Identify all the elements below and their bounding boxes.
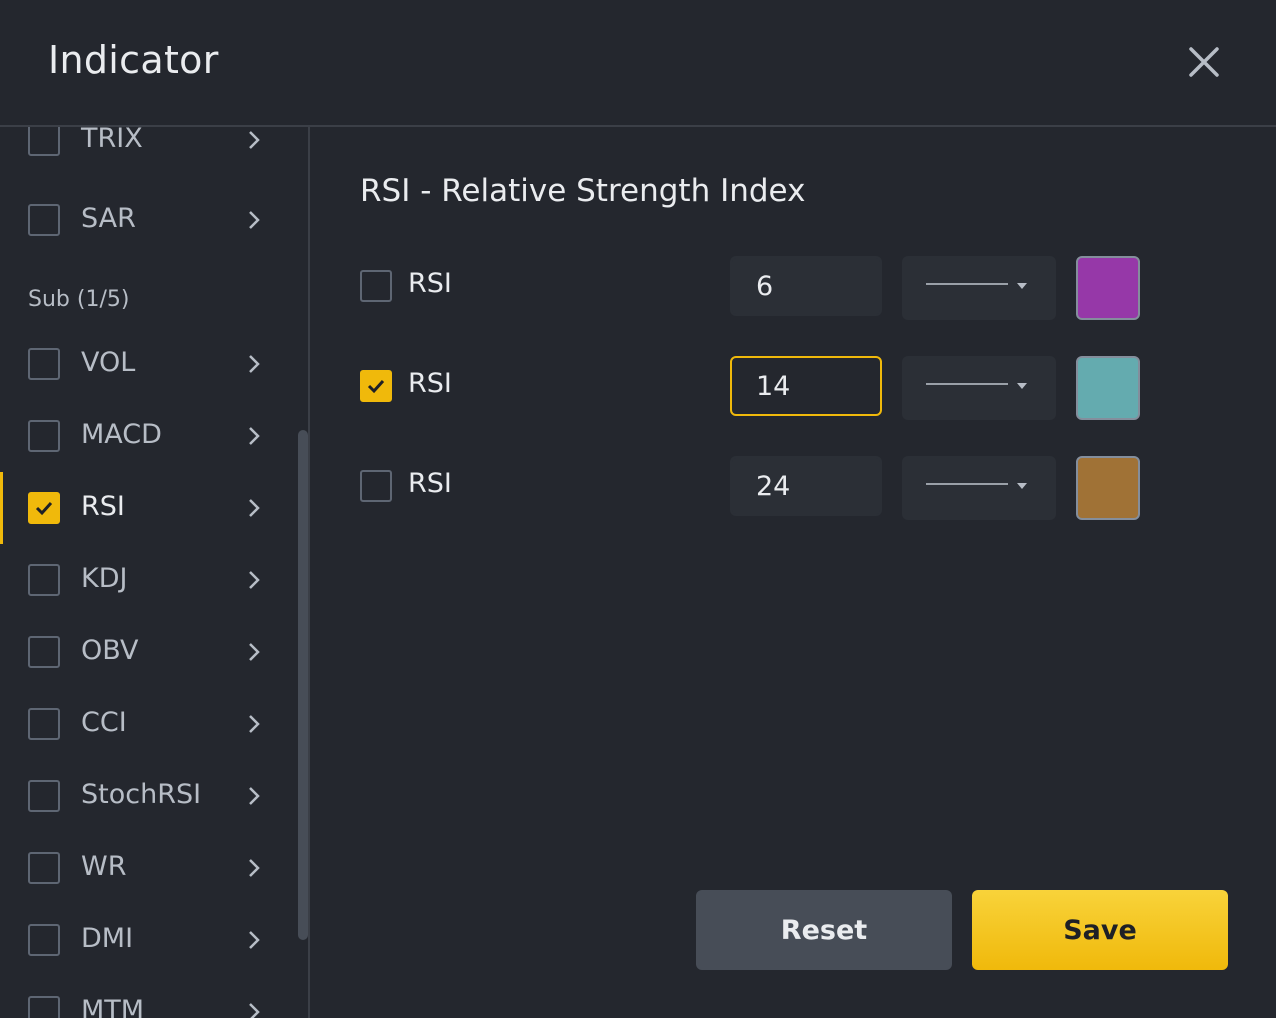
sidebar-item-label: MACD <box>81 419 162 450</box>
sidebar-item-label: TRIX <box>81 127 143 154</box>
checkbox[interactable] <box>28 204 60 236</box>
close-icon <box>1189 47 1219 77</box>
chevron-right-icon <box>249 787 260 805</box>
checkbox[interactable] <box>28 348 60 380</box>
sidebar-item-label: StochRSI <box>81 779 202 810</box>
sidebar-item-label: MTM <box>81 995 145 1018</box>
caret-down-icon <box>1017 483 1027 489</box>
caret-down-icon <box>1017 283 1027 289</box>
chevron-right-icon <box>249 499 260 517</box>
sidebar-item-label: WR <box>81 851 127 882</box>
chevron-right-icon <box>249 427 260 445</box>
sidebar-item-label: RSI <box>81 491 125 522</box>
indicator-sidebar[interactable]: TRIX SAR Sub (1/5) VOL MACD RSI KDJ OBV … <box>0 127 310 1018</box>
indicator-dialog: Indicator TRIX SAR Sub (1/5) VOL MACD RS… <box>0 0 1276 1018</box>
group-label-sub: Sub (1/5) <box>28 287 130 312</box>
sidebar-item-dmi[interactable]: DMI <box>0 910 296 970</box>
row-label: RSI <box>408 268 452 299</box>
checkbox[interactable] <box>28 420 60 452</box>
chevron-right-icon <box>249 715 260 733</box>
row-label: RSI <box>408 468 452 499</box>
sidebar-item-rsi[interactable]: RSI <box>0 472 296 544</box>
sidebar-item-label: SAR <box>81 203 136 234</box>
rsi-row-3: RSI <box>360 456 1160 520</box>
close-button[interactable] <box>1180 38 1228 86</box>
chevron-right-icon <box>249 931 260 949</box>
dialog-header: Indicator <box>0 0 1276 127</box>
chevron-right-icon <box>249 211 260 229</box>
checkbox[interactable] <box>360 470 392 502</box>
checkmark-icon <box>367 379 385 394</box>
checkbox[interactable] <box>28 852 60 884</box>
chevron-right-icon <box>249 1003 260 1018</box>
dialog-title: Indicator <box>48 38 219 82</box>
period-input[interactable] <box>730 256 882 316</box>
period-input[interactable] <box>730 356 882 416</box>
row-label: RSI <box>408 368 452 399</box>
line-style-preview <box>926 483 1008 485</box>
sidebar-item-obv[interactable]: OBV <box>0 622 296 682</box>
checkbox[interactable] <box>28 924 60 956</box>
checkbox[interactable] <box>28 127 60 156</box>
save-button[interactable]: Save <box>972 890 1228 970</box>
rsi-row-1: RSI <box>360 256 1160 320</box>
rsi-row-2: RSI <box>360 356 1160 420</box>
checkbox[interactable] <box>28 564 60 596</box>
line-style-preview <box>926 283 1008 285</box>
checkbox[interactable] <box>28 780 60 812</box>
section-title: RSI - Relative Strength Index <box>360 173 806 209</box>
period-input[interactable] <box>730 456 882 516</box>
chevron-right-icon <box>249 131 260 149</box>
line-style-select[interactable] <box>902 356 1056 420</box>
line-style-select[interactable] <box>902 456 1056 520</box>
checkbox[interactable] <box>28 636 60 668</box>
caret-down-icon <box>1017 383 1027 389</box>
checkbox[interactable] <box>28 996 60 1018</box>
chevron-right-icon <box>249 859 260 877</box>
chevron-right-icon <box>249 571 260 589</box>
sidebar-item-cci[interactable]: CCI <box>0 694 296 754</box>
checkbox[interactable] <box>28 708 60 740</box>
sidebar-item-label: KDJ <box>81 563 128 594</box>
sidebar-item-trix[interactable]: TRIX <box>0 127 296 179</box>
color-swatch[interactable] <box>1076 356 1140 420</box>
color-swatch[interactable] <box>1076 256 1140 320</box>
sidebar-item-label: CCI <box>81 707 127 738</box>
sidebar-item-mtm[interactable]: MTM <box>0 982 296 1018</box>
indicator-settings-panel: RSI - Relative Strength Index RSI RSI <box>312 127 1276 1018</box>
reset-button[interactable]: Reset <box>696 890 952 970</box>
sidebar-item-vol[interactable]: VOL <box>0 334 296 394</box>
checkbox[interactable] <box>360 270 392 302</box>
line-style-preview <box>926 383 1008 385</box>
chevron-right-icon <box>249 643 260 661</box>
checkbox-checked[interactable] <box>28 492 60 524</box>
line-style-select[interactable] <box>902 256 1056 320</box>
sidebar-item-sar[interactable]: SAR <box>0 191 296 251</box>
chevron-right-icon <box>249 355 260 373</box>
sidebar-scrollbar[interactable] <box>298 430 308 940</box>
checkmark-icon <box>35 501 53 516</box>
sidebar-item-stochrsi[interactable]: StochRSI <box>0 766 296 826</box>
sidebar-item-wr[interactable]: WR <box>0 838 296 898</box>
sidebar-item-label: VOL <box>81 347 136 378</box>
checkbox-checked[interactable] <box>360 370 392 402</box>
sidebar-item-kdj[interactable]: KDJ <box>0 550 296 610</box>
sidebar-item-label: DMI <box>81 923 134 954</box>
sidebar-item-macd[interactable]: MACD <box>0 406 296 466</box>
color-swatch[interactable] <box>1076 456 1140 520</box>
sidebar-item-label: OBV <box>81 635 139 666</box>
